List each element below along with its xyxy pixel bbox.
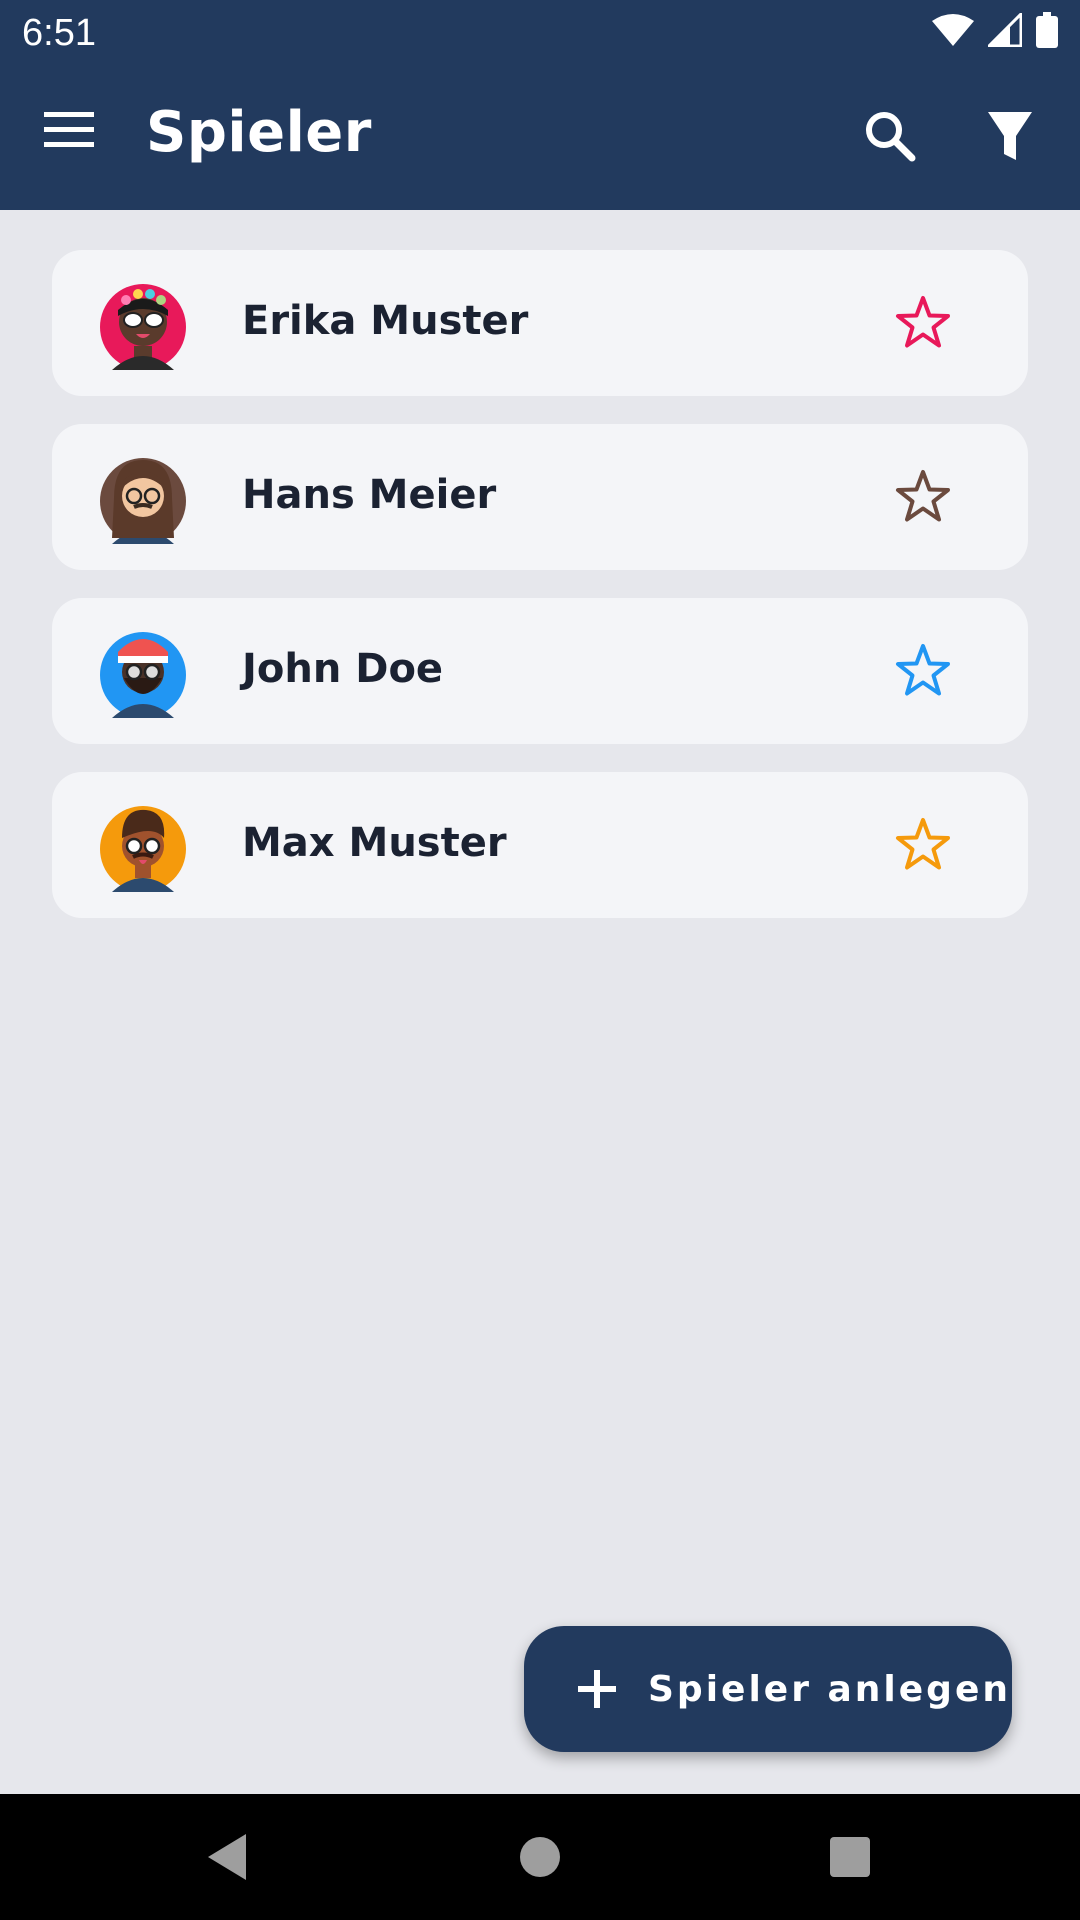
menu-button[interactable] <box>44 112 104 162</box>
signal-icon <box>988 13 1022 47</box>
page-title: Spieler <box>146 100 372 165</box>
status-icons <box>932 12 1058 48</box>
system-nav-bar <box>0 1794 1080 1920</box>
status-time: 6:51 <box>22 12 96 54</box>
recents-icon[interactable] <box>817 1824 883 1890</box>
menu-icon <box>44 112 94 147</box>
star-icon[interactable] <box>894 642 952 700</box>
filter-button[interactable] <box>986 108 1046 168</box>
battery-icon <box>1036 12 1058 48</box>
player-card[interactable]: Erika Muster <box>52 250 1028 396</box>
player-name: Erika Muster <box>242 298 529 344</box>
search-icon <box>866 112 916 162</box>
star-icon[interactable] <box>894 468 952 526</box>
add-player-button[interactable]: Spieler anlegen <box>524 1626 1012 1752</box>
star-icon[interactable] <box>894 816 952 874</box>
player-card[interactable]: Hans Meier <box>52 424 1028 570</box>
player-name: Max Muster <box>242 820 507 866</box>
home-icon[interactable] <box>507 1824 573 1890</box>
plus-icon <box>578 1670 616 1708</box>
player-card[interactable]: John Doe <box>52 598 1028 744</box>
player-list: Erika Muster Hans Meier John Doe Max Mus… <box>52 250 1028 946</box>
search-button[interactable] <box>862 108 922 168</box>
avatar <box>100 632 186 718</box>
player-name: John Doe <box>242 646 444 692</box>
wifi-icon <box>932 14 974 46</box>
avatar <box>100 458 186 544</box>
add-player-label: Spieler anlegen <box>648 1668 1011 1710</box>
filter-icon <box>988 112 1032 160</box>
status-bar: 6:51 <box>0 0 1080 64</box>
app-bar: Spieler <box>0 64 1080 210</box>
avatar <box>100 284 186 370</box>
player-card[interactable]: Max Muster <box>52 772 1028 918</box>
avatar <box>100 806 186 892</box>
player-name: Hans Meier <box>242 472 497 518</box>
star-icon[interactable] <box>894 294 952 352</box>
back-icon[interactable] <box>200 1824 266 1890</box>
